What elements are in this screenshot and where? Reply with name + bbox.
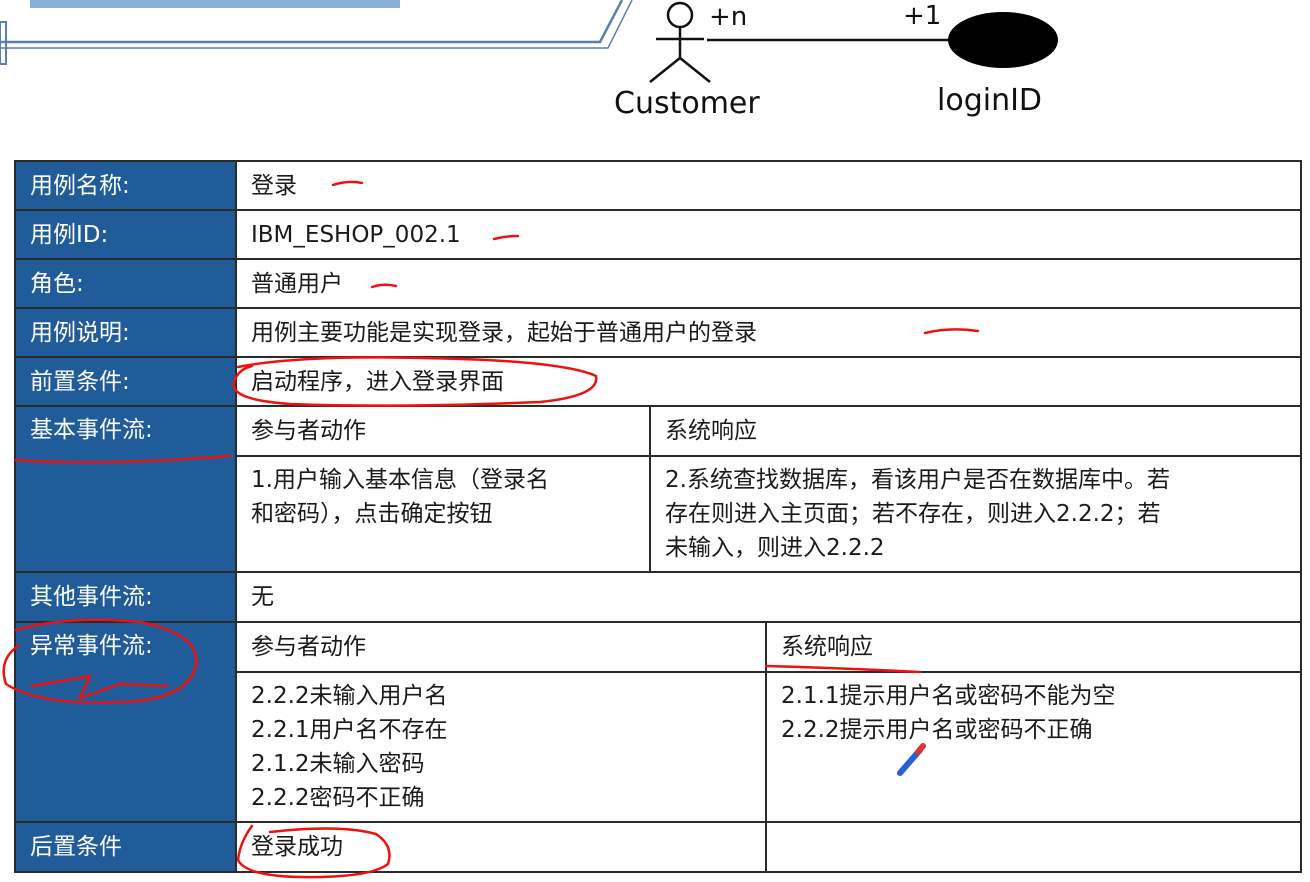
title-banner [0,0,633,65]
empty-cell [764,821,1303,873]
row-label: 用例说明: [14,307,237,358]
row-value: 用例主要功能是实现登录，起始于普通用户的登录 [234,307,1303,358]
row-other-flow: 其他事件流: 无 [14,571,1303,623]
row-precondition: 前置条件: 启动程序，进入登录界面 [14,356,1303,407]
row-basic-flow-header: 基本事件流: 参与者动作 系统响应 [14,405,1303,573]
row-value: IBM_ESHOP_002.1 [234,209,1303,260]
column-header-actor: 参与者动作 [235,621,767,673]
text-line: 2.1.1提示用户名或密码不能为空 [781,683,1116,709]
row-label: 基本事件流: [14,405,237,573]
exception-actor-actions: 2.2.2未输入用户名 2.2.1用户名不存在 2.1.2未输入密码 2.2.2… [235,671,767,823]
text-line: 2.2.1用户名不存在 [251,717,448,743]
entity-multiplicity: +1 [903,1,942,31]
text-line: 2.系统查找数据库，看该用户是否在数据库中。若 [665,467,1170,493]
actor-multiplicity: +n [709,2,748,32]
loginid-entity-icon [948,12,1058,68]
column-header-actor: 参与者动作 [235,405,651,457]
row-name: 用例名称: 登录 [14,160,1303,211]
text-line: 1.用户输入基本信息（登录名 [251,467,549,493]
text-line: 2.1.2未输入密码 [251,751,425,777]
row-value: 登录成功 [235,821,767,873]
row-id: 用例ID: IBM_ESHOP_002.1 [14,209,1303,260]
use-case-table: 用例名称: 登录 用例ID: IBM_ESHOP_002.1 角色: 普通用户 … [14,160,1303,873]
basic-actor-actions: 1.用户输入基本信息（登录名 和密码），点击确定按钮 [235,455,651,573]
row-label: 用例名称: [14,160,237,211]
row-label: 后置条件 [14,821,237,873]
row-value: 无 [234,571,1303,623]
column-header-system: 系统响应 [648,405,1303,457]
row-label: 用例ID: [14,209,237,260]
row-label: 其他事件流: [14,571,237,623]
row-exception-flow-header: 异常事件流: 参与者动作 系统响应 [14,621,1303,823]
row-label: 前置条件: [14,356,237,407]
row-value: 启动程序，进入登录界面 [234,356,1303,407]
entity-label: loginID [937,83,1043,118]
row-label: 异常事件流: [14,621,237,823]
row-value: 普通用户 [234,258,1303,309]
text-line: 和密码），点击确定按钮 [251,501,493,527]
row-value: 登录 [234,160,1303,211]
exception-system-responses: 2.1.1提示用户名或密码不能为空 2.2.2提示用户名或密码不正确 [764,671,1303,823]
text-line: 2.2.2提示用户名或密码不正确 [781,717,1093,743]
customer-actor-icon [649,1,711,83]
text-line: 2.2.2密码不正确 [251,785,425,811]
text-line: 未输入，则进入2.2.2 [665,535,885,561]
row-description: 用例说明: 用例主要功能是实现登录，起始于普通用户的登录 [14,307,1303,358]
row-label: 角色: [14,258,237,309]
actor-label: Customer [614,86,760,121]
row-role: 角色: 普通用户 [14,258,1303,309]
column-header-system: 系统响应 [764,621,1303,673]
text-line: 存在则进入主页面；若不存在，则进入2.2.2；若 [665,501,1161,527]
text-line: 2.2.2未输入用户名 [251,683,448,709]
row-postcondition: 后置条件 登录成功 [14,821,1303,873]
basic-system-responses: 2.系统查找数据库，看该用户是否在数据库中。若 存在则进入主页面；若不存在，则进… [648,455,1303,573]
